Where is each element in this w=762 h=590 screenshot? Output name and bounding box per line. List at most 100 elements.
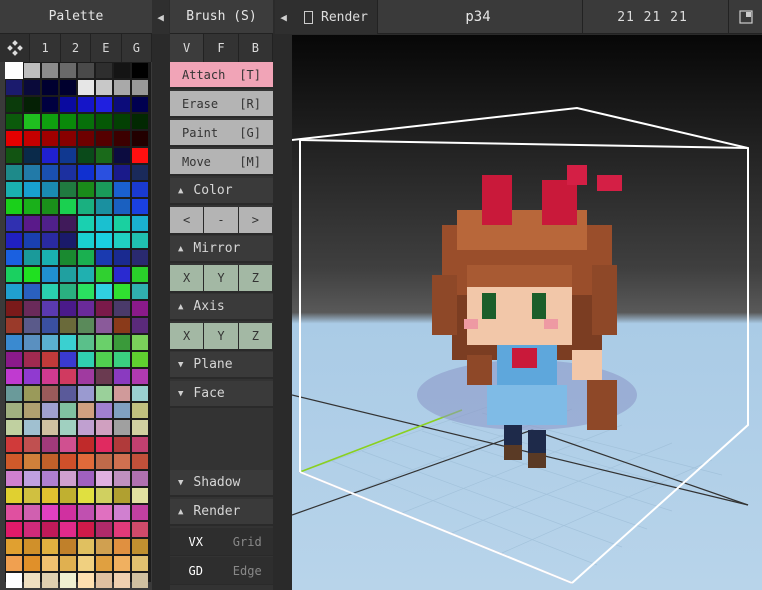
color-swatch[interactable] [114, 437, 130, 452]
color-swatch[interactable] [60, 284, 76, 299]
color-swatch[interactable] [96, 386, 112, 401]
color-swatch[interactable] [24, 318, 40, 333]
color-swatch[interactable] [60, 454, 76, 469]
color-next-button[interactable]: > [238, 207, 273, 233]
mirror-y-button[interactable]: Y [204, 265, 239, 291]
brush-collapse-button[interactable]: ◀ [275, 0, 292, 34]
color-swatch[interactable] [114, 250, 130, 265]
color-swatch[interactable] [78, 471, 94, 486]
color-swatch[interactable] [132, 386, 148, 401]
color-swatch[interactable] [78, 97, 94, 112]
attach-tool-button[interactable]: Attach [T] [170, 62, 273, 89]
color-swatch[interactable] [96, 284, 112, 299]
color-swatch[interactable] [78, 182, 94, 197]
color-swatch[interactable] [96, 318, 112, 333]
color-swatch[interactable] [132, 573, 148, 588]
gd-toggle[interactable]: GD [170, 557, 222, 584]
color-swatch[interactable] [78, 369, 94, 384]
color-swatch[interactable] [60, 505, 76, 520]
color-swatch[interactable] [6, 284, 22, 299]
color-swatch[interactable] [114, 539, 130, 554]
color-swatch[interactable] [114, 318, 130, 333]
color-swatch[interactable] [60, 556, 76, 571]
color-swatch[interactable] [24, 488, 40, 503]
color-swatch[interactable] [114, 505, 130, 520]
color-swatch[interactable] [24, 454, 40, 469]
color-swatch[interactable] [6, 80, 22, 95]
color-swatch[interactable] [42, 63, 58, 78]
model-dimensions[interactable]: 21 21 21 [582, 0, 722, 34]
color-swatch[interactable] [78, 148, 94, 163]
color-swatch[interactable] [6, 267, 22, 282]
color-swatch[interactable] [42, 505, 58, 520]
color-swatch[interactable] [6, 131, 22, 146]
palette-collapse-button[interactable]: ◀ [152, 0, 169, 34]
color-swatch[interactable] [132, 318, 148, 333]
color-swatch[interactable] [132, 539, 148, 554]
color-swatch[interactable] [6, 216, 22, 231]
color-swatch[interactable] [60, 386, 76, 401]
color-swatch[interactable] [24, 335, 40, 350]
color-swatch[interactable] [114, 114, 130, 129]
color-swatch[interactable] [24, 250, 40, 265]
color-swatch[interactable] [96, 216, 112, 231]
color-swatch[interactable] [132, 199, 148, 214]
color-swatch[interactable] [60, 80, 76, 95]
color-swatch[interactable] [78, 199, 94, 214]
color-swatch[interactable] [78, 437, 94, 452]
color-swatch[interactable] [132, 488, 148, 503]
color-swatch[interactable] [6, 352, 22, 367]
color-swatch[interactable] [24, 539, 40, 554]
color-swatch[interactable] [6, 573, 22, 588]
color-swatch[interactable] [78, 80, 94, 95]
color-swatch[interactable] [6, 454, 22, 469]
color-swatch[interactable] [78, 522, 94, 537]
color-swatch[interactable] [114, 556, 130, 571]
color-swatch[interactable] [78, 250, 94, 265]
palette-tab-e[interactable]: E [91, 34, 122, 62]
render-section-header[interactable]: ▲ Render [170, 499, 273, 526]
color-swatch[interactable] [6, 437, 22, 452]
color-swatch[interactable] [96, 182, 112, 197]
color-swatch[interactable] [96, 80, 112, 95]
color-swatch[interactable] [60, 233, 76, 248]
color-swatch[interactable] [132, 369, 148, 384]
color-swatch[interactable] [132, 114, 148, 129]
color-swatch[interactable] [60, 420, 76, 435]
color-swatch[interactable] [132, 63, 148, 78]
maximize-button[interactable] [728, 0, 762, 34]
color-swatch[interactable] [60, 148, 76, 163]
color-swatch[interactable] [132, 250, 148, 265]
color-swatch[interactable] [42, 199, 58, 214]
paint-tool-button[interactable]: Paint [G] [170, 120, 273, 147]
color-swatch[interactable] [132, 97, 148, 112]
color-swatch[interactable] [42, 573, 58, 588]
color-swatch[interactable] [132, 420, 148, 435]
color-swatch[interactable] [24, 97, 40, 112]
color-swatch[interactable] [6, 335, 22, 350]
color-swatch[interactable] [78, 131, 94, 146]
color-swatch[interactable] [42, 488, 58, 503]
color-swatch[interactable] [24, 403, 40, 418]
color-swatch[interactable] [114, 471, 130, 486]
color-swatch[interactable] [114, 267, 130, 282]
color-swatch[interactable] [132, 352, 148, 367]
erase-tool-button[interactable]: Erase [R] [170, 91, 273, 118]
color-swatch[interactable] [24, 233, 40, 248]
color-swatch[interactable] [42, 539, 58, 554]
color-swatch[interactable] [78, 284, 94, 299]
color-swatch[interactable] [60, 335, 76, 350]
color-swatch[interactable] [114, 386, 130, 401]
color-swatch[interactable] [60, 301, 76, 316]
color-swatch[interactable] [114, 131, 130, 146]
move-tool-button[interactable]: Move [M] [170, 149, 273, 176]
grid-toggle[interactable]: Grid [221, 528, 273, 555]
color-swatch[interactable] [42, 267, 58, 282]
color-swatch[interactable] [96, 131, 112, 146]
brush-tab-v[interactable]: V [170, 34, 205, 62]
color-swatch[interactable] [96, 97, 112, 112]
3d-viewport[interactable] [292, 35, 762, 590]
color-swatch[interactable] [42, 182, 58, 197]
color-swatch[interactable] [78, 386, 94, 401]
axis-section-header[interactable]: ▲ Axis [170, 294, 273, 321]
